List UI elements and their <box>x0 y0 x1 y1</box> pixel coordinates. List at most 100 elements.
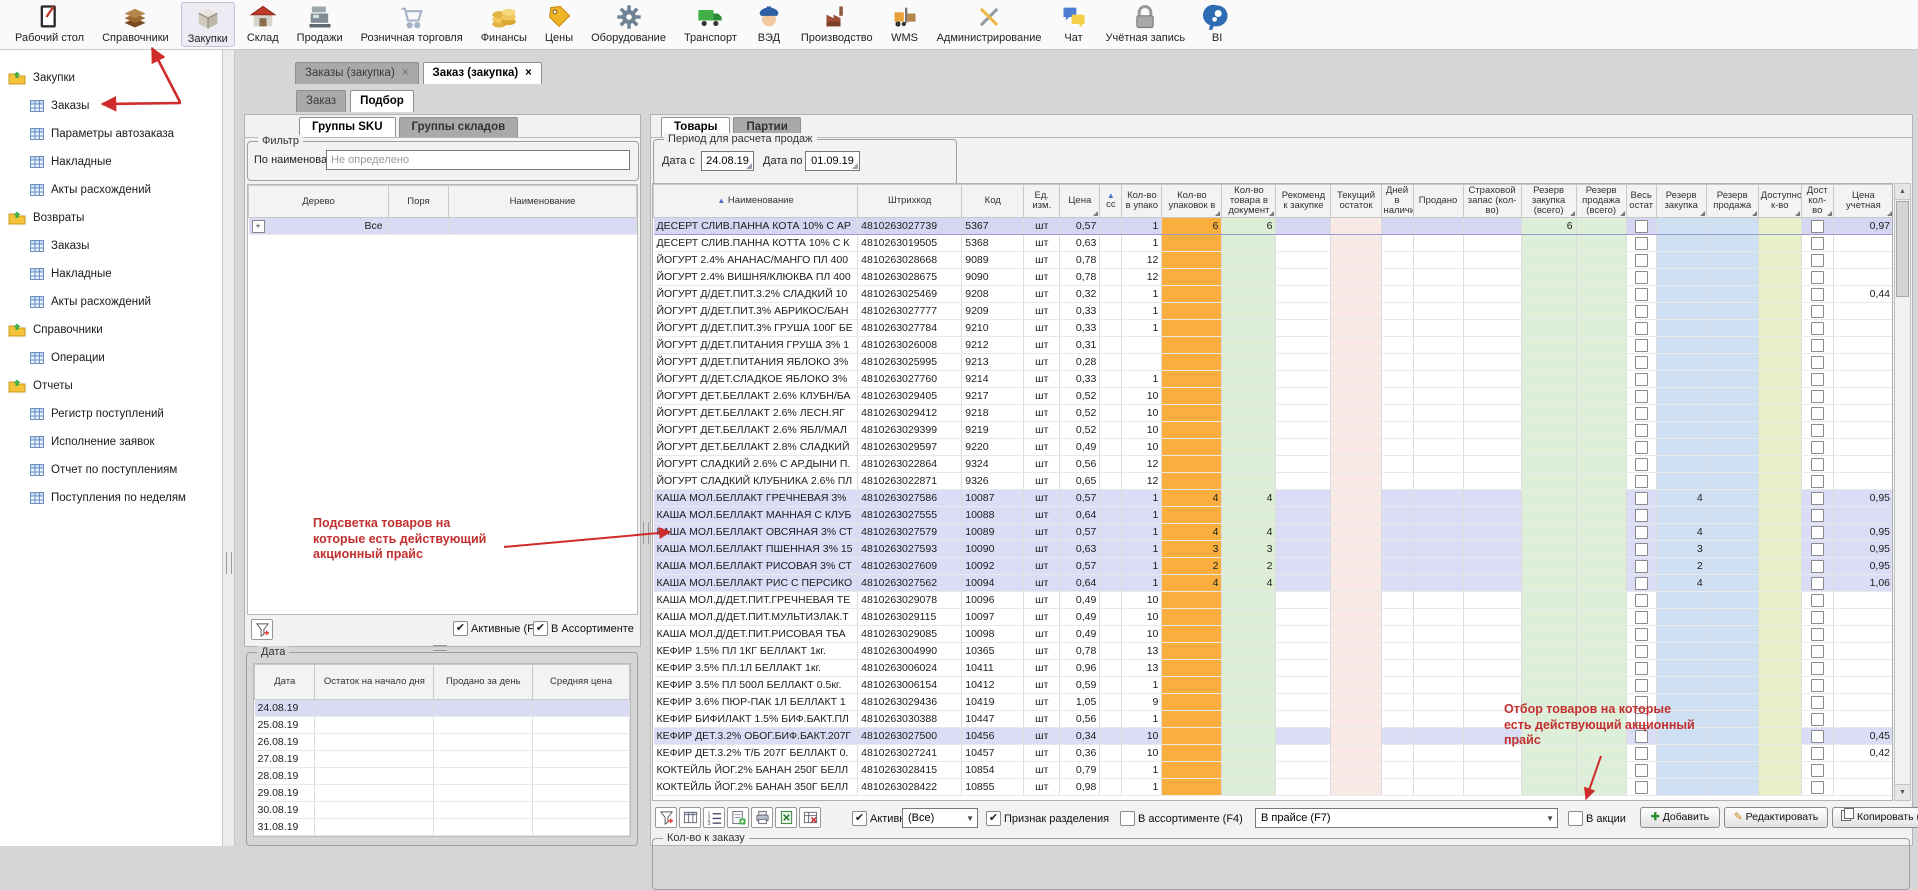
row-checkbox[interactable] <box>1635 254 1648 267</box>
excel-icon[interactable] <box>775 807 797 828</box>
numbered-list-icon[interactable]: 123 <box>703 807 725 828</box>
sidebar-item[interactable]: Накладные <box>0 148 222 176</box>
product-row[interactable]: ЙОГУРТ ДЕТ.БЕЛЛАКТ 2.8% СЛАДКИЙ481026302… <box>654 439 1894 456</box>
sidebar-item[interactable]: Отчет по поступлениям <box>0 456 222 484</box>
row-checkbox[interactable] <box>1635 475 1648 488</box>
price-list-select[interactable]: В прайсе (F7) ▼ <box>1255 808 1558 828</box>
row-checkbox[interactable] <box>1635 220 1648 233</box>
product-row[interactable]: ЙОГУРТ Д/ДЕТ.ПИТАНИЯ ГРУША 3% 1481026302… <box>654 337 1894 354</box>
in-assortment-checkbox[interactable] <box>533 621 548 636</box>
column-header[interactable]: Дата <box>255 665 315 700</box>
row-checkbox[interactable] <box>1811 356 1824 369</box>
toolbar-item[interactable]: Розничная торговля <box>361 3 463 44</box>
column-header[interactable]: Резерв закупка (всего) <box>1521 185 1576 218</box>
in-assortment-f4-checkbox[interactable] <box>1120 811 1135 826</box>
row-checkbox[interactable] <box>1811 322 1824 335</box>
sidebar-item[interactable]: Параметры автозаказа <box>0 120 222 148</box>
product-row[interactable]: КАША МОЛ.БЕЛЛАКТ ПШЕННАЯ 3% 154810263027… <box>654 541 1894 558</box>
close-icon[interactable]: × <box>525 67 532 79</box>
sidebar-item[interactable]: Заказы <box>0 232 222 260</box>
toolbar-item[interactable]: Администрирование <box>937 3 1042 44</box>
row-checkbox[interactable] <box>1635 628 1648 641</box>
column-header[interactable]: Кол-во товара в документ <box>1222 185 1276 218</box>
row-checkbox[interactable] <box>1635 526 1648 539</box>
row-checkbox[interactable] <box>1635 441 1648 454</box>
sidebar-item[interactable]: Исполнение заявок <box>0 428 222 456</box>
row-checkbox[interactable] <box>1811 611 1824 624</box>
column-header[interactable]: Резерв продажа (всего) <box>1576 185 1626 218</box>
column-header[interactable]: Дней в наличи <box>1381 185 1413 218</box>
row-checkbox[interactable] <box>1811 526 1824 539</box>
product-row[interactable]: ЙОГУРТ 2.4% ВИШНЯ/КЛЮКВА ПЛ 400481026302… <box>654 269 1894 286</box>
row-checkbox[interactable] <box>1635 662 1648 675</box>
row-checkbox[interactable] <box>1811 509 1824 522</box>
date-row[interactable]: 25.08.19 <box>255 717 630 734</box>
product-row[interactable]: КЕФИР 3.5% ПЛ 500Л БЕЛЛАКТ 0.5кг.4810263… <box>654 677 1894 694</box>
sidebar-item[interactable]: Справочники <box>0 316 222 344</box>
column-header[interactable]: Резерв продажа <box>1706 185 1758 218</box>
column-header[interactable]: Код <box>962 185 1024 218</box>
product-row[interactable]: ЙОГУРТ ДЕТ.БЕЛЛАКТ 2.6% ЛЕСН.ЯГ481026302… <box>654 405 1894 422</box>
column-header[interactable]: Поря <box>389 186 449 218</box>
row-checkbox[interactable] <box>1811 407 1824 420</box>
panel-splitter-grip[interactable] <box>643 522 649 544</box>
add-sheet-icon[interactable] <box>727 807 749 828</box>
sku-panel-tab[interactable]: Группы складов <box>399 117 519 138</box>
row-checkbox[interactable] <box>1635 356 1648 369</box>
product-row[interactable]: КАША МОЛ.Д/ДЕТ.ПИТ.РИСОВАЯ ТБА4810263029… <box>654 626 1894 643</box>
active-checkbox[interactable] <box>852 811 867 826</box>
toolbar-item[interactable]: Цены <box>545 3 573 44</box>
column-header[interactable]: ▲сс <box>1100 185 1122 218</box>
product-row[interactable]: КАША МОЛ.БЕЛЛАКТ РИСОВАЯ 3% СТ4810263027… <box>654 558 1894 575</box>
toolbar-item[interactable]: ВЭД <box>755 3 783 44</box>
toolbar-item[interactable]: Продажи <box>297 3 343 44</box>
split-flag-checkbox[interactable] <box>986 811 1001 826</box>
row-checkbox[interactable] <box>1635 764 1648 777</box>
product-row[interactable]: ЙОГУРТ Д/ДЕТ.ПИТ.3% ГРУША 100Г БЕ4810263… <box>654 320 1894 337</box>
row-checkbox[interactable] <box>1811 594 1824 607</box>
toolbar-item[interactable]: Рабочий стол <box>15 3 84 44</box>
row-checkbox[interactable] <box>1635 322 1648 335</box>
column-header[interactable]: Рекоменд к закупке <box>1276 185 1331 218</box>
row-checkbox[interactable] <box>1811 475 1824 488</box>
product-row[interactable]: ЙОГУРТ Д/ДЕТ.ПИТ.3% АБРИКОС/БАН481026302… <box>654 303 1894 320</box>
view-tab[interactable]: Подбор <box>350 90 414 112</box>
column-header[interactable]: Наименование <box>449 186 637 218</box>
column-header[interactable]: Дост кол-во <box>1801 185 1833 218</box>
toolbar-item[interactable]: Справочники <box>102 3 169 44</box>
in-promo-checkbox[interactable] <box>1568 811 1583 826</box>
row-checkbox[interactable] <box>1811 288 1824 301</box>
row-checkbox[interactable] <box>1811 543 1824 556</box>
column-header[interactable]: Кол-во упаковок в <box>1162 185 1222 218</box>
product-row[interactable]: ДЕСЕРТ СЛИВ.ПАННА КОТТА 10% С К481026301… <box>654 235 1894 252</box>
row-checkbox[interactable] <box>1635 509 1648 522</box>
column-header[interactable]: Страховой запас (кол-во) <box>1463 185 1521 218</box>
product-row[interactable]: КЕФИР 3.5% ПЛ.1Л БЕЛЛАКТ 1кг.48102630060… <box>654 660 1894 677</box>
product-row[interactable]: КАША МОЛ.БЕЛЛАКТ ОВСЯНАЯ 3% СТ4810263027… <box>654 524 1894 541</box>
sidebar-item[interactable]: Заказы <box>0 92 222 120</box>
row-checkbox[interactable] <box>1635 458 1648 471</box>
product-row[interactable]: КОКТЕЙЛЬ ЙОГ.2% БАНАН 350Г БЕЛЛ481026302… <box>654 779 1894 796</box>
window-tab[interactable]: Заказ (закупка)× <box>423 62 542 84</box>
product-row[interactable]: ЙОГУРТ ДЕТ.БЕЛЛАКТ 2.6% КЛУБН/БА48102630… <box>654 388 1894 405</box>
row-checkbox[interactable] <box>1811 390 1824 403</box>
row-checkbox[interactable] <box>1811 560 1824 573</box>
view-tab[interactable]: Заказ <box>296 90 346 112</box>
row-checkbox[interactable] <box>1811 441 1824 454</box>
date-row[interactable]: 27.08.19 <box>255 751 630 768</box>
product-row[interactable]: ЙОГУРТ Д/ДЕТ.ПИТ.3.2% СЛАДКИЙ 1048102630… <box>654 286 1894 303</box>
product-row[interactable]: КАША МОЛ.БЕЛЛАКТ ГРЕЧНЕВАЯ 3%48102630275… <box>654 490 1894 507</box>
row-checkbox[interactable] <box>1811 254 1824 267</box>
toolbar-item[interactable]: Чат <box>1060 3 1088 44</box>
toolbar-item[interactable]: Финансы <box>481 3 527 44</box>
close-icon[interactable]: × <box>402 67 409 79</box>
date-row[interactable]: 28.08.19 <box>255 768 630 785</box>
row-checkbox[interactable] <box>1635 611 1648 624</box>
row-checkbox[interactable] <box>1811 237 1824 250</box>
column-header[interactable]: Средняя цена <box>533 665 630 700</box>
column-header[interactable]: Текущий остаток <box>1331 185 1381 218</box>
date-row[interactable]: 29.08.19 <box>255 785 630 802</box>
row-checkbox[interactable] <box>1811 577 1824 590</box>
edit-button[interactable]: ✎Редактировать <box>1724 807 1828 828</box>
sidebar-item[interactable]: Операции <box>0 344 222 372</box>
